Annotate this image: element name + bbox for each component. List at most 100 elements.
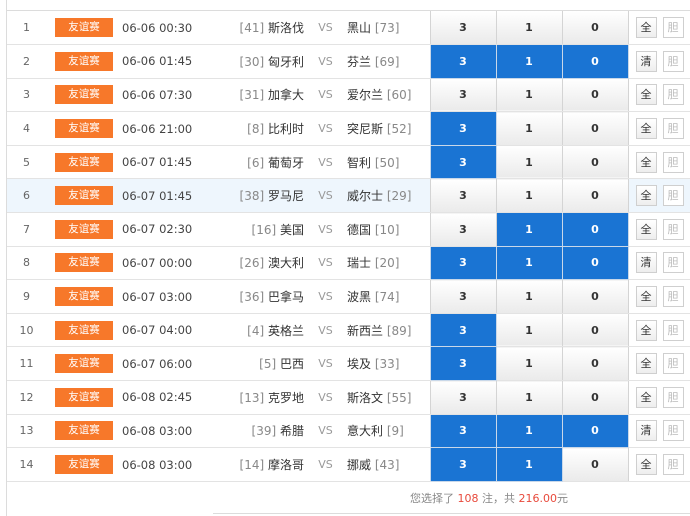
odd-draw-button[interactable]: 1: [495, 212, 563, 247]
banker-button[interactable]: 胆: [662, 50, 684, 72]
away-team[interactable]: 威尔士: [347, 189, 383, 203]
away-team[interactable]: 智利: [347, 156, 371, 170]
odd-draw-button[interactable]: 1: [495, 313, 563, 348]
odd-lose-button[interactable]: 0: [561, 279, 629, 314]
league-badge[interactable]: 友谊赛: [55, 51, 113, 71]
banker-button[interactable]: 胆: [662, 386, 684, 408]
league-badge[interactable]: 友谊赛: [55, 253, 113, 273]
banker-button[interactable]: 胆: [662, 118, 684, 140]
select-all-button[interactable]: 全: [635, 286, 657, 308]
odd-lose-button[interactable]: 0: [561, 11, 629, 46]
home-team[interactable]: 比利时: [268, 122, 304, 136]
odd-win-button[interactable]: 3: [429, 414, 497, 449]
select-all-button[interactable]: 全: [635, 151, 657, 173]
odd-lose-button[interactable]: 0: [561, 44, 629, 79]
odd-win-button[interactable]: 3: [429, 212, 497, 247]
odd-lose-button[interactable]: 0: [561, 414, 629, 449]
odd-win-button[interactable]: 3: [429, 279, 497, 314]
odd-draw-button[interactable]: 1: [495, 279, 563, 314]
home-team[interactable]: 葡萄牙: [268, 156, 304, 170]
away-team[interactable]: 爱尔兰: [347, 88, 383, 102]
away-team[interactable]: 斯洛文: [347, 391, 383, 405]
league-badge[interactable]: 友谊赛: [55, 387, 113, 407]
odd-draw-button[interactable]: 1: [495, 178, 563, 214]
odd-lose-button[interactable]: 0: [561, 447, 629, 482]
odd-win-button[interactable]: 3: [429, 44, 497, 79]
away-team[interactable]: 新西兰: [347, 324, 383, 338]
odd-draw-button[interactable]: 1: [495, 78, 563, 113]
away-team[interactable]: 波黑: [347, 290, 371, 304]
odd-win-button[interactable]: 3: [429, 380, 497, 415]
odd-draw-button[interactable]: 1: [495, 246, 563, 281]
select-all-button[interactable]: 全: [635, 17, 657, 39]
select-all-button[interactable]: 清: [635, 252, 657, 274]
banker-button[interactable]: 胆: [662, 286, 684, 308]
odd-draw-button[interactable]: 1: [495, 380, 563, 415]
home-team[interactable]: 斯洛伐: [268, 21, 304, 35]
away-team[interactable]: 德国: [347, 223, 371, 237]
odd-win-button[interactable]: 3: [429, 111, 497, 146]
banker-button[interactable]: 胆: [662, 420, 684, 442]
banker-button[interactable]: 胆: [662, 353, 684, 375]
odd-win-button[interactable]: 3: [429, 447, 497, 482]
away-team[interactable]: 芬兰: [347, 55, 371, 69]
home-team[interactable]: 罗马尼: [268, 189, 304, 203]
odd-draw-button[interactable]: 1: [495, 447, 563, 482]
banker-button[interactable]: 胆: [662, 84, 684, 106]
away-team[interactable]: 埃及: [347, 357, 371, 371]
select-all-button[interactable]: 全: [635, 386, 657, 408]
away-team[interactable]: 黑山: [347, 21, 371, 35]
odd-draw-button[interactable]: 1: [495, 11, 563, 46]
home-team[interactable]: 英格兰: [268, 324, 304, 338]
select-all-button[interactable]: 全: [635, 218, 657, 240]
league-badge[interactable]: 友谊赛: [55, 219, 113, 239]
home-team[interactable]: 美国: [280, 223, 304, 237]
league-badge[interactable]: 友谊赛: [55, 85, 113, 105]
league-badge[interactable]: 友谊赛: [55, 18, 113, 38]
odd-draw-button[interactable]: 1: [495, 414, 563, 449]
odd-lose-button[interactable]: 0: [561, 246, 629, 281]
league-badge[interactable]: 友谊赛: [55, 152, 113, 172]
odd-draw-button[interactable]: 1: [495, 346, 563, 382]
odd-win-button[interactable]: 3: [429, 313, 497, 348]
odd-draw-button[interactable]: 1: [495, 145, 563, 180]
odd-lose-button[interactable]: 0: [561, 78, 629, 113]
banker-button[interactable]: 胆: [662, 252, 684, 274]
odd-lose-button[interactable]: 0: [561, 111, 629, 146]
banker-button[interactable]: 胆: [662, 151, 684, 173]
away-team[interactable]: 瑞士: [347, 256, 371, 270]
select-all-button[interactable]: 全: [635, 118, 657, 140]
away-team[interactable]: 意大利: [347, 424, 383, 438]
league-badge[interactable]: 友谊赛: [55, 354, 113, 374]
home-team[interactable]: 希腊: [280, 424, 304, 438]
league-badge[interactable]: 友谊赛: [55, 287, 113, 307]
league-badge[interactable]: 友谊赛: [55, 455, 113, 475]
select-all-button[interactable]: 全: [635, 185, 657, 207]
home-team[interactable]: 匈牙利: [268, 55, 304, 69]
home-team[interactable]: 摩洛哥: [268, 458, 304, 472]
select-all-button[interactable]: 全: [635, 84, 657, 106]
odd-win-button[interactable]: 3: [429, 11, 497, 46]
odd-lose-button[interactable]: 0: [561, 380, 629, 415]
odd-win-button[interactable]: 3: [429, 178, 497, 214]
home-team[interactable]: 巴拿马: [268, 290, 304, 304]
odd-win-button[interactable]: 3: [429, 346, 497, 382]
odd-lose-button[interactable]: 0: [561, 313, 629, 348]
banker-button[interactable]: 胆: [662, 319, 684, 341]
away-team[interactable]: 挪威: [347, 458, 371, 472]
select-all-button[interactable]: 清: [635, 50, 657, 72]
odd-lose-button[interactable]: 0: [561, 145, 629, 180]
home-team[interactable]: 澳大利: [268, 256, 304, 270]
select-all-button[interactable]: 全: [635, 319, 657, 341]
select-all-button[interactable]: 清: [635, 420, 657, 442]
odd-lose-button[interactable]: 0: [561, 346, 629, 382]
banker-button[interactable]: 胆: [662, 454, 684, 476]
home-team[interactable]: 巴西: [280, 357, 304, 371]
league-badge[interactable]: 友谊赛: [55, 320, 113, 340]
banker-button[interactable]: 胆: [662, 185, 684, 207]
odd-win-button[interactable]: 3: [429, 78, 497, 113]
odd-draw-button[interactable]: 1: [495, 44, 563, 79]
league-badge[interactable]: 友谊赛: [55, 421, 113, 441]
odd-win-button[interactable]: 3: [429, 246, 497, 281]
banker-button[interactable]: 胆: [662, 17, 684, 39]
